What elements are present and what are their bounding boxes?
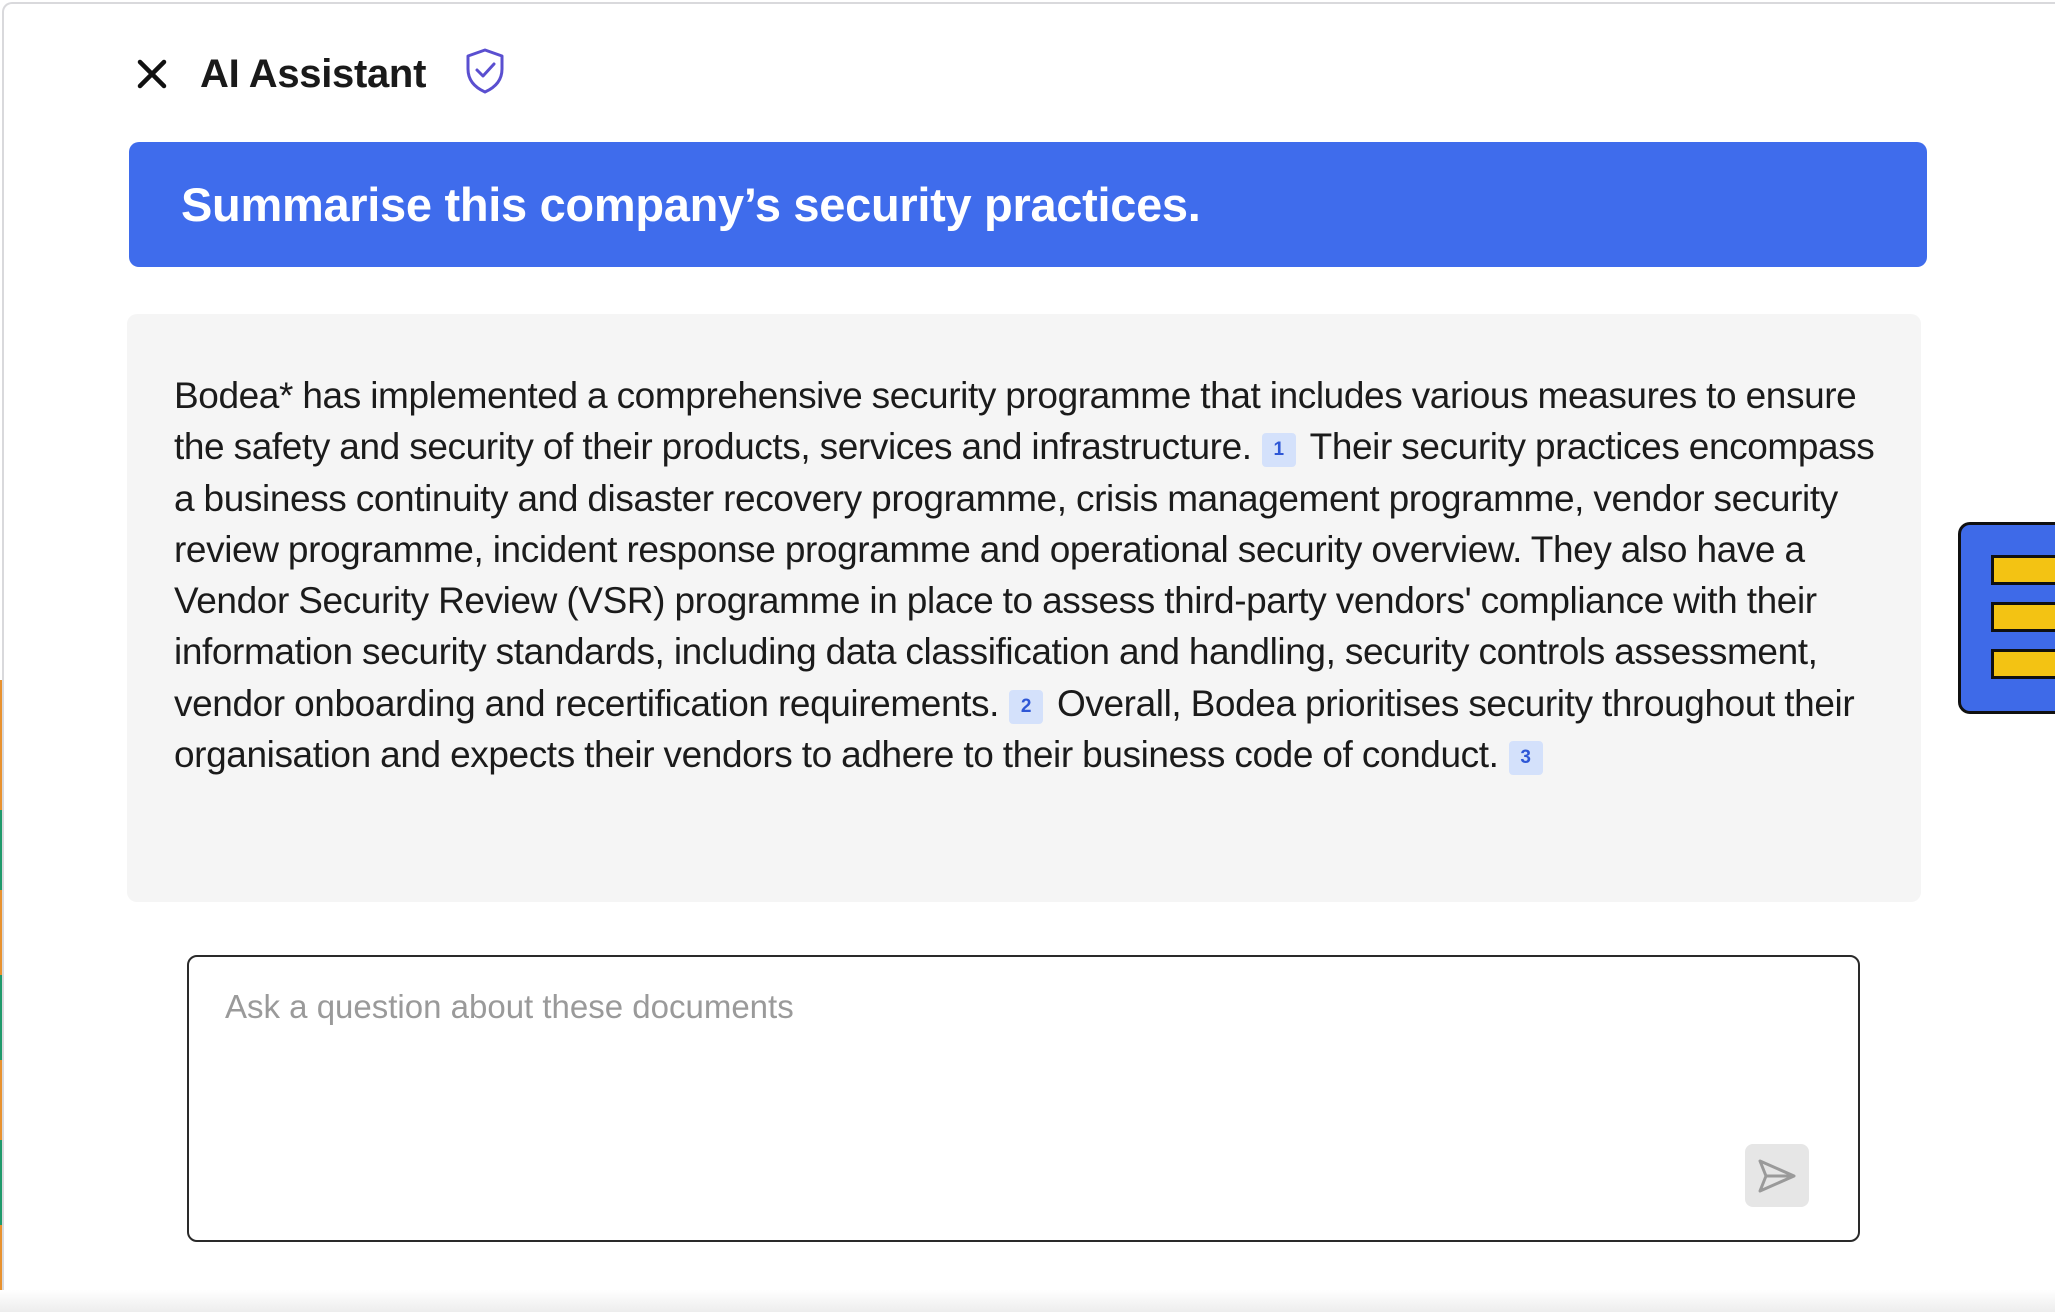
shield-check-icon xyxy=(462,45,508,97)
answer-segment: Their security practices encompass a bus… xyxy=(174,426,1875,724)
question-composer xyxy=(187,955,1860,1242)
close-button[interactable] xyxy=(134,56,170,92)
citation-badge[interactable]: 2 xyxy=(1009,689,1043,724)
citation-badge[interactable]: 3 xyxy=(1508,741,1543,776)
assistant-answer-card: Bodea* has implemented a comprehensive s… xyxy=(127,314,1921,902)
send-icon xyxy=(1758,1159,1796,1192)
panel-header: AI Assistant xyxy=(134,44,508,104)
bottom-edge xyxy=(0,1290,2055,1312)
user-prompt-text: Summarise this company’s security practi… xyxy=(181,178,1201,231)
send-button[interactable] xyxy=(1745,1144,1809,1207)
assistant-answer-text: Bodea* has implemented a comprehensive s… xyxy=(174,370,1877,780)
close-icon xyxy=(137,59,167,89)
citation-badge[interactable]: 1 xyxy=(1261,433,1296,468)
side-tab-bar xyxy=(1991,602,2055,632)
side-panel-toggle[interactable] xyxy=(1958,522,2055,714)
user-prompt-bubble: Summarise this company’s security practi… xyxy=(129,142,1927,267)
side-tab-bar xyxy=(1991,555,2055,585)
side-tab-bar xyxy=(1991,649,2055,679)
question-input[interactable] xyxy=(225,983,1785,1031)
panel-title: AI Assistant xyxy=(200,51,427,96)
app-window: AI Assistant Summarise this company’s se… xyxy=(0,0,2055,1312)
